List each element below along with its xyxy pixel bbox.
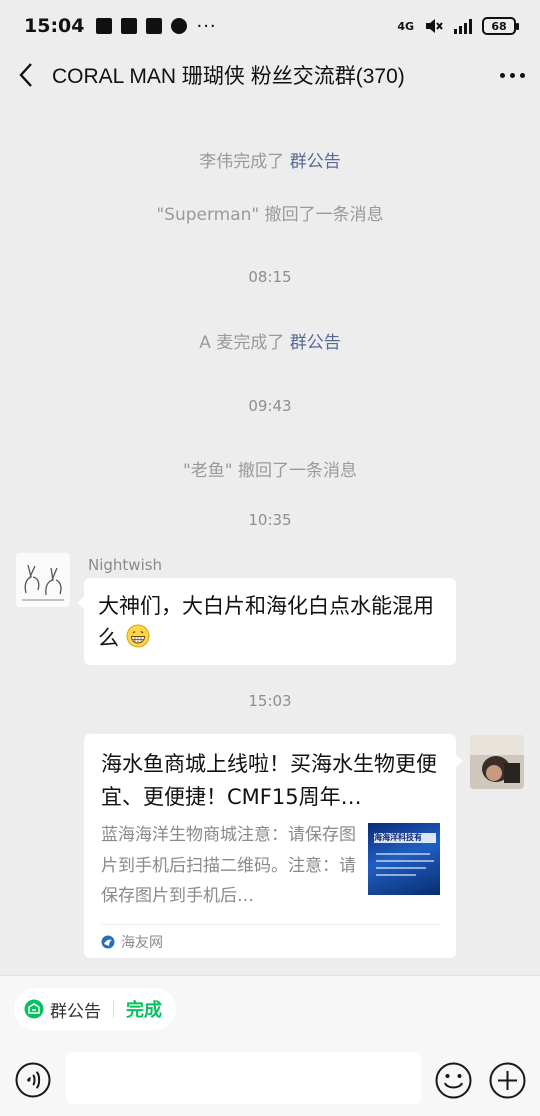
pinned-announcement[interactable]: 群公告 完成 [14, 988, 176, 1030]
announcement-icon [24, 999, 44, 1019]
timestamp: 10:35 [248, 511, 292, 529]
bottom-panel: 群公告 完成 [0, 975, 540, 1116]
emoji-button[interactable] [435, 1062, 472, 1099]
avatar[interactable] [470, 735, 524, 789]
system-text: A 麦完成了 [199, 333, 290, 353]
timestamp: 15:03 [248, 692, 292, 710]
message-notification-icon [171, 18, 188, 34]
bunny-avatar-icon [16, 553, 70, 607]
mute-icon [426, 19, 443, 33]
link-card[interactable]: 海水鱼商城上线啦！买海水生物更便宜、更便捷！CMF15周年… 蓝海海洋生物商城注… [84, 734, 463, 958]
chat-header: CORAL MAN 珊瑚侠 粉丝交流群(370) [0, 52, 540, 98]
app-notification-icon [96, 18, 113, 34]
thumbnail-text: 海海洋科技有 [374, 833, 422, 842]
more-button[interactable] [484, 52, 540, 98]
emoji-icon [435, 1062, 472, 1099]
signal-icon [454, 18, 472, 34]
system-text: 李伟完成了 [199, 152, 290, 172]
divider [113, 1000, 114, 1018]
more-icon [499, 72, 505, 78]
link-card-description: 蓝海海洋生物商城注意：请保存图片到手机后扫描二维码。注意：请保存图片到手机后… [101, 825, 356, 906]
announcement-link[interactable]: 群公告 [290, 152, 341, 172]
plus-icon [489, 1062, 526, 1099]
status-time: 15:04 [24, 15, 85, 37]
notification-icons: ··· [96, 16, 216, 37]
system-message: A 麦完成了 群公告 [0, 328, 540, 353]
pinned-status: 完成 [126, 1000, 162, 1021]
network-icon: 4G [397, 19, 414, 33]
message-input[interactable] [66, 1052, 421, 1104]
battery-icon: 68 [482, 17, 519, 35]
status-bar: 15:04 ··· 4G 68 [0, 0, 540, 52]
recall-notice: "Superman" 撤回了一条消息 [156, 205, 384, 225]
link-card-source: 海友网 [101, 924, 440, 958]
timestamp: 08:15 [248, 268, 292, 286]
back-arrow-icon [19, 63, 32, 87]
chat-title: CORAL MAN 珊瑚侠 粉丝交流群(370) [52, 65, 405, 88]
pinned-label: 群公告 [50, 1001, 101, 1022]
sender-name: Nightwish [88, 556, 163, 574]
grin-emoji [126, 624, 150, 648]
source-logo-icon [101, 935, 115, 948]
link-card-title: 海水鱼商城上线啦！买海水生物更便宜、更便捷！CMF15周年… [101, 752, 437, 809]
avatar[interactable] [16, 553, 70, 607]
more-notifications-icon: ··· [196, 15, 217, 37]
message-bubble[interactable]: 大神们，大白片和海化白点水能混用么 [77, 578, 456, 665]
announcement-link[interactable]: 群公告 [290, 333, 341, 353]
more-functions-button[interactable] [489, 1062, 526, 1099]
system-message: 李伟完成了 群公告 [0, 147, 540, 172]
person-avatar-icon [470, 735, 524, 789]
timestamp: 09:43 [248, 397, 292, 415]
news-notification-icon [146, 18, 163, 34]
back-button[interactable] [0, 52, 52, 98]
voice-icon [15, 1062, 51, 1098]
recall-notice: "老鱼" 撤回了一条消息 [182, 461, 358, 481]
payment-notification-icon [121, 18, 138, 34]
source-name: 海友网 [121, 934, 163, 951]
voice-button[interactable] [15, 1062, 51, 1098]
link-card-thumbnail: 海海洋科技有 [368, 823, 440, 895]
